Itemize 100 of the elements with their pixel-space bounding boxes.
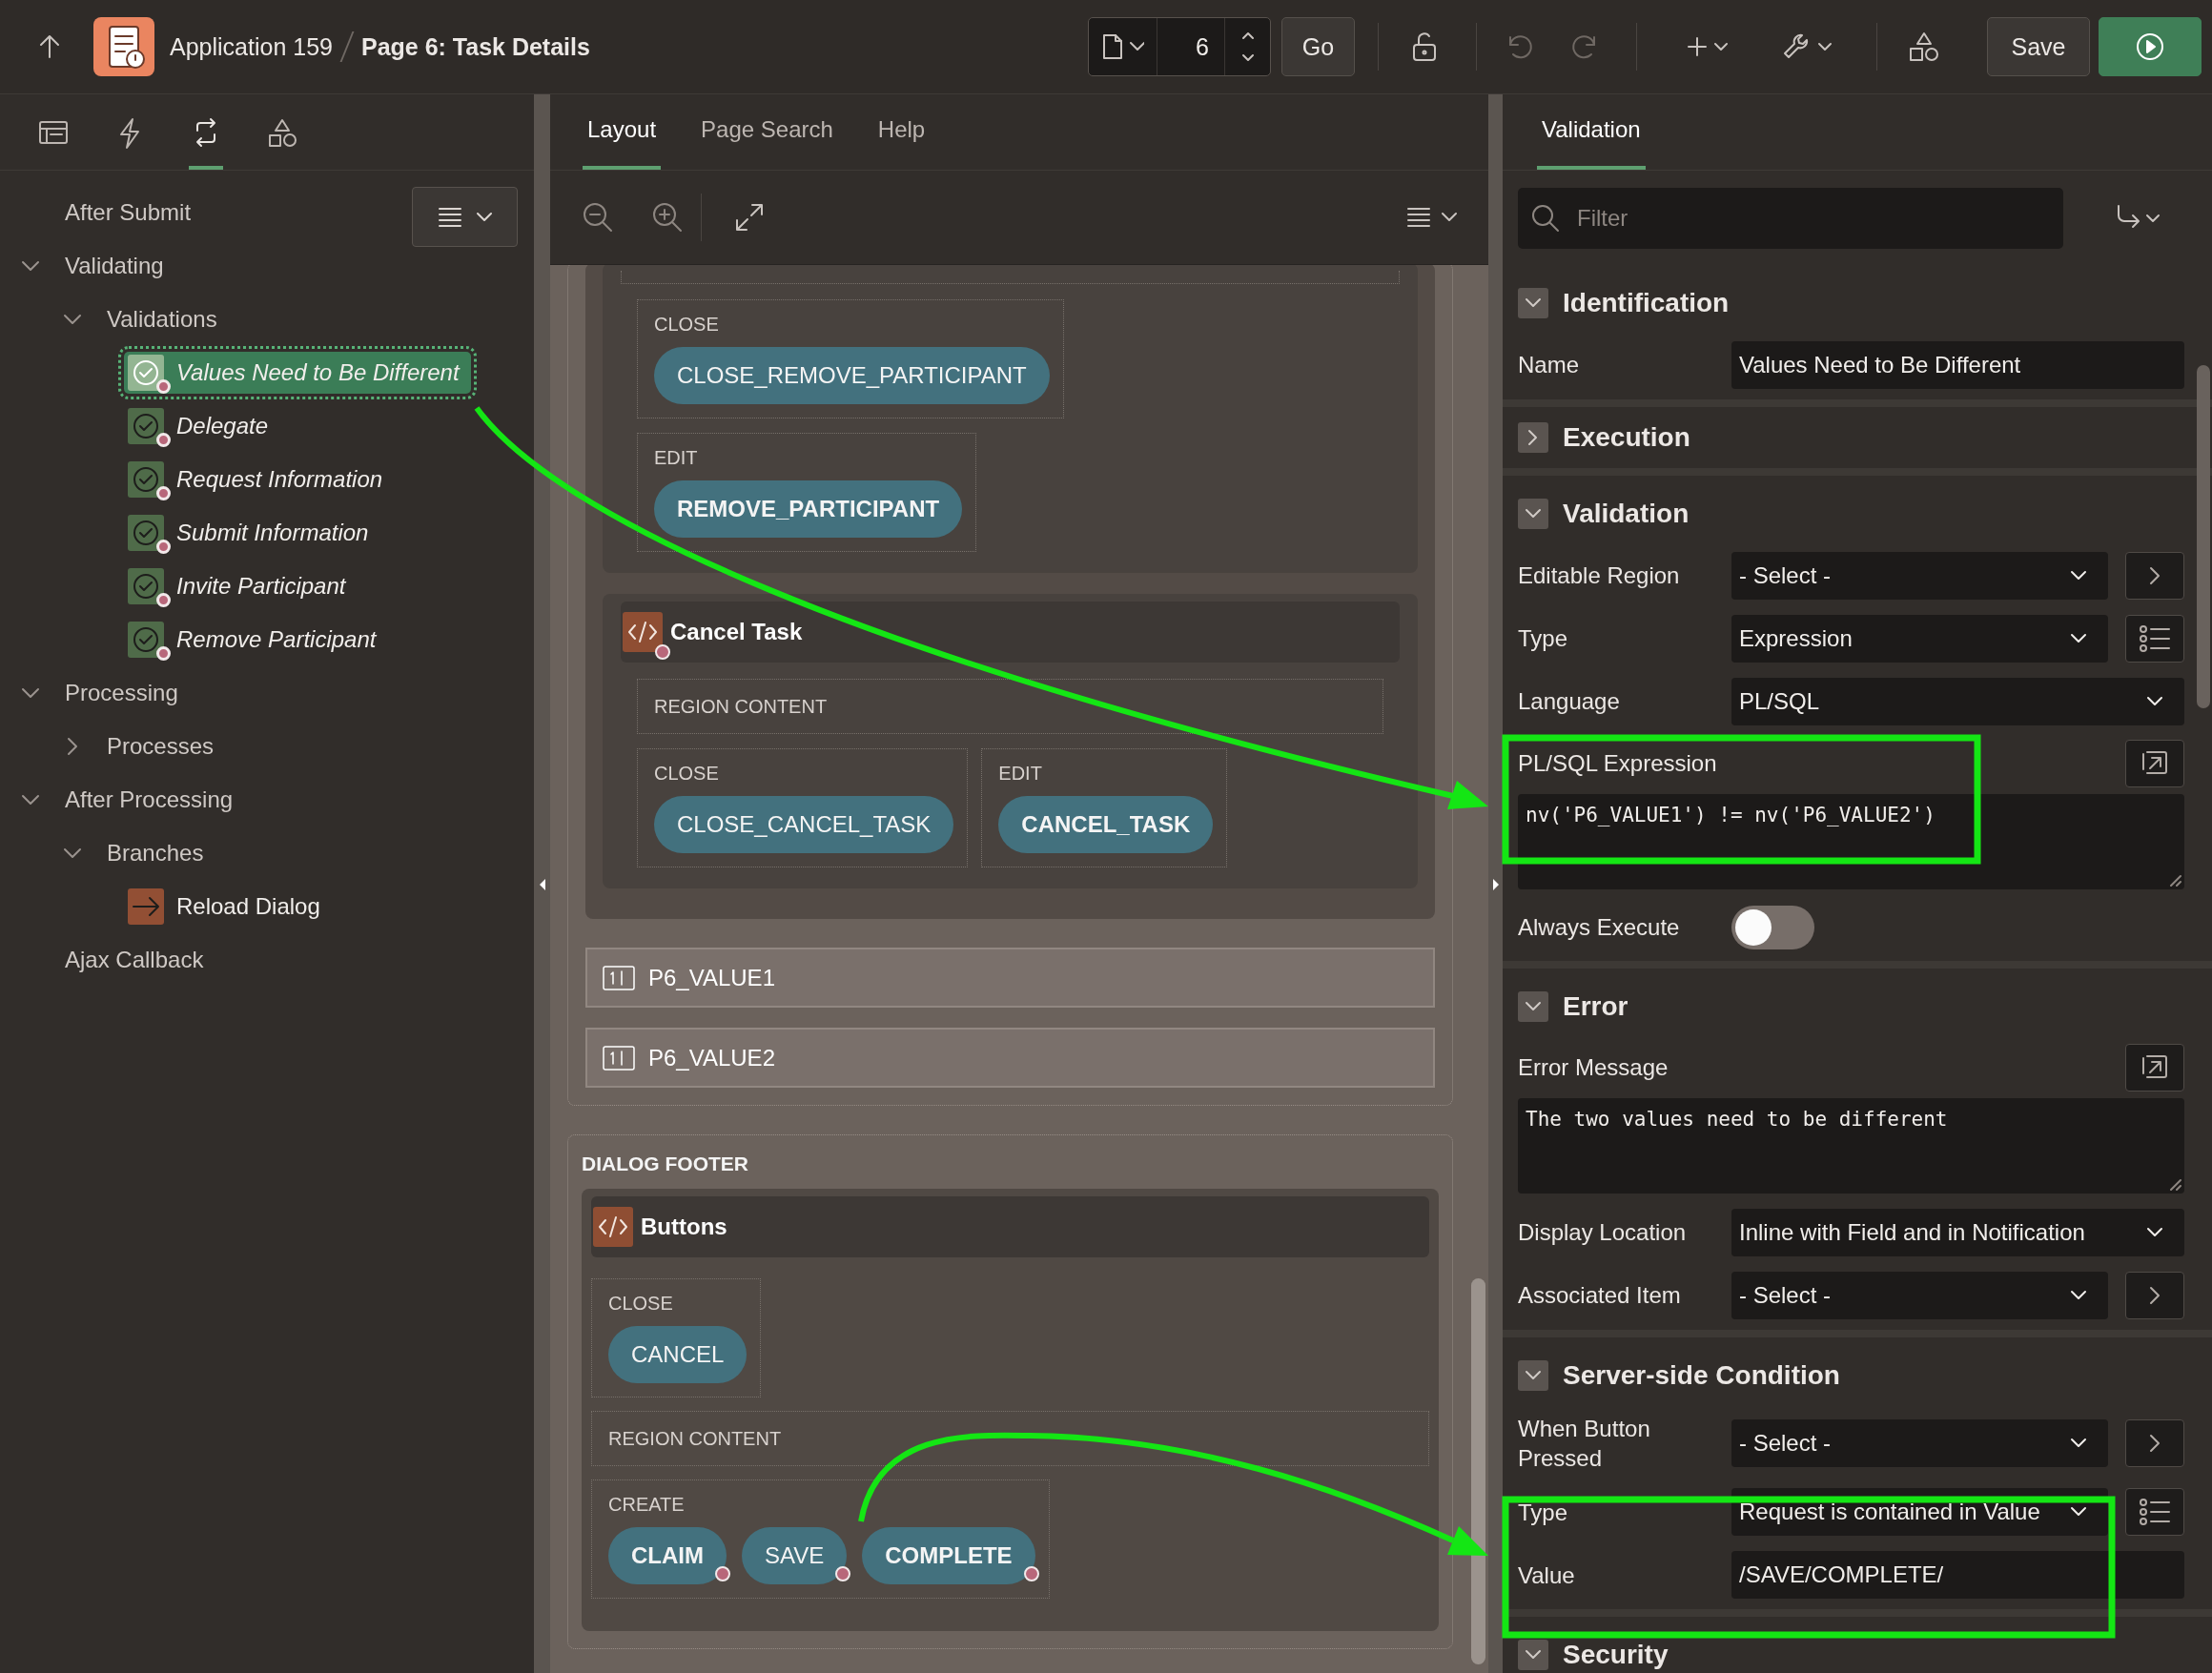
tree-item[interactable]: Validations [107, 298, 229, 340]
shapes-icon[interactable] [1908, 31, 1940, 62]
property-label: PL/SQL Expression [1518, 749, 1718, 779]
select-field[interactable]: Inline with Field and in Notification [1731, 1209, 2184, 1256]
section-title: Execution [1563, 422, 1690, 453]
unlock-icon[interactable] [1411, 31, 1438, 62]
tree-item[interactable]: Invite Participant [124, 565, 358, 607]
tab[interactable]: Validation [1537, 94, 1646, 170]
position-label: EDIT [998, 763, 1043, 785]
tree-item[interactable]: Branches [107, 832, 215, 874]
add-menu-icon[interactable] [1686, 35, 1731, 58]
code-editor[interactable]: The two values need to be different [1518, 1098, 2184, 1194]
tree-item[interactable]: After Processing [65, 779, 245, 821]
page-button[interactable]: CLOSE_CANCEL_TASK [654, 796, 954, 853]
collapse-handle[interactable] [538, 878, 546, 891]
popout-button[interactable] [2125, 1044, 2184, 1092]
section-toggle[interactable] [1518, 422, 1548, 453]
region-header[interactable]: Buttons [591, 1196, 1429, 1257]
tab[interactable]: Help [872, 93, 931, 170]
tree-item[interactable]: Submit Information [124, 512, 380, 554]
caret-icon [2146, 1227, 2165, 1238]
list-button[interactable] [2125, 1488, 2184, 1537]
property-label: Error Message [1518, 1053, 1669, 1083]
zoom-out-icon[interactable] [582, 201, 614, 234]
tab[interactable]: Page Search [696, 93, 838, 170]
property-label: Display Location [1518, 1218, 1688, 1248]
go-button[interactable]: Go [1281, 17, 1355, 76]
section-title: Security [1563, 1640, 1669, 1671]
tree-item[interactable]: Ajax Callback [65, 939, 215, 981]
list-button[interactable] [2125, 615, 2184, 663]
app-icon[interactable] [93, 17, 154, 76]
page-selector[interactable]: 6 [1088, 17, 1271, 76]
code-editor[interactable]: nv('P6_VALUE1') != nv('P6_VALUE2') [1518, 794, 2184, 889]
page-button[interactable]: CANCEL_TASK [998, 796, 1214, 853]
chevron-icon [2149, 1286, 2161, 1305]
page-item[interactable]: P6_VALUE2 [585, 1028, 1435, 1088]
validation-icon [128, 568, 164, 604]
popout-button[interactable] [2125, 740, 2184, 787]
select-field[interactable]: Expression [1731, 615, 2108, 663]
expand-icon[interactable] [735, 203, 764, 232]
section-toggle[interactable] [1518, 991, 1548, 1022]
item-label: P6_VALUE2 [648, 1044, 775, 1071]
app-name[interactable]: Application 159 [170, 32, 333, 61]
tree-item[interactable]: Request Information [124, 459, 395, 500]
scrollbar[interactable] [1471, 1278, 1485, 1664]
list-icon [2139, 625, 2171, 652]
validation-icon [128, 355, 164, 391]
page-button[interactable]: REMOVE_PARTICIPANT [654, 480, 963, 538]
select-field[interactable]: - Select - [1731, 1419, 2108, 1468]
tree-item[interactable]: Processes [107, 725, 226, 767]
position-label: CLOSE [654, 314, 720, 336]
text-field[interactable]: /SAVE/COMPLETE/ [1731, 1551, 2184, 1600]
popout-icon [2141, 750, 2168, 777]
section-toggle[interactable] [1518, 1640, 1548, 1671]
select-field[interactable]: - Select - [1731, 1272, 2108, 1319]
validation-icon [128, 515, 164, 551]
code-icon [623, 612, 663, 652]
tree-item[interactable]: Remove Participant [124, 619, 388, 661]
select-field[interactable]: PL/SQL [1731, 678, 2184, 725]
layout-menu-button[interactable] [1406, 207, 1458, 228]
tree-menu-button[interactable] [412, 187, 518, 247]
resize-grip-icon[interactable] [2168, 873, 2181, 887]
tree-item[interactable]: Validating [65, 245, 175, 287]
page-item[interactable]: P6_VALUE1 [585, 948, 1435, 1008]
page-number[interactable]: 6 [1157, 32, 1224, 61]
section-title: Error [1563, 991, 1628, 1022]
menu-icon [437, 206, 462, 228]
page-button[interactable]: CLOSE_REMOVE_PARTICIPANT [654, 347, 1050, 404]
up-arrow-icon[interactable] [38, 34, 61, 59]
region-title: Cancel Task [670, 619, 803, 645]
region-header[interactable]: Cancel Task [621, 602, 1400, 663]
caret-icon [2070, 1438, 2089, 1450]
property-label: When Button Pressed [1518, 1415, 1651, 1474]
page-button[interactable]: CANCEL [608, 1326, 748, 1383]
section-title: Identification [1563, 288, 1730, 318]
page-button[interactable]: SAVE [742, 1527, 848, 1584]
spinner-icon[interactable] [1239, 30, 1256, 64]
section-toggle[interactable] [1518, 499, 1548, 529]
scrollbar[interactable] [2197, 365, 2210, 708]
resize-grip-icon[interactable] [2168, 1177, 2181, 1191]
chevron-icon [2149, 566, 2161, 585]
run-button[interactable] [2099, 17, 2202, 76]
tab[interactable]: Layout [583, 93, 662, 170]
zoom-in-icon[interactable] [651, 201, 684, 234]
text-field[interactable]: Values Need to Be Different [1731, 341, 2184, 389]
position-label: EDIT [654, 447, 699, 469]
select-field[interactable]: - Select - [1731, 552, 2108, 600]
toggle-switch[interactable] [1731, 906, 1814, 949]
section-toggle[interactable] [1518, 288, 1548, 318]
tree-item[interactable]: After Submit [65, 192, 203, 234]
validation-icon [128, 408, 164, 444]
tree-item[interactable]: Delegate [124, 405, 280, 447]
collapse-handle[interactable] [1491, 878, 1500, 891]
property-label: Type [1518, 1498, 1569, 1527]
filter-field[interactable]: Filter [1518, 187, 2063, 249]
tree-item[interactable]: Processing [65, 672, 190, 714]
tree-item[interactable]: Reload Dialog [124, 886, 332, 928]
position-label: CLOSE [654, 763, 720, 785]
save-button[interactable]: Save [1987, 17, 2090, 76]
section-toggle[interactable] [1518, 1360, 1548, 1391]
